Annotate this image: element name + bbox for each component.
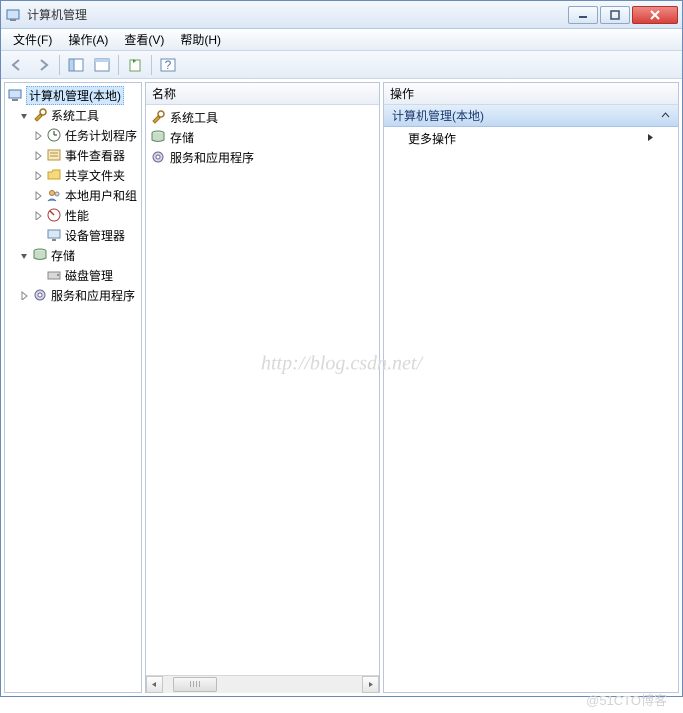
tree-label: 系统工具 <box>51 107 99 124</box>
action-label: 更多操作 <box>408 130 456 147</box>
collapse-arrow-icon <box>661 109 670 123</box>
actions-header: 操作 <box>384 83 678 105</box>
expand-icon[interactable] <box>33 170 44 181</box>
services-icon <box>32 287 48 303</box>
refresh-button[interactable] <box>123 54 147 76</box>
scroll-track[interactable] <box>163 676 362 693</box>
computer-icon <box>7 87 23 103</box>
list-pane: 名称 系统工具 存储 服务和应用程序 <box>145 82 380 693</box>
svg-text:?: ? <box>165 58 172 72</box>
content-area: 计算机管理(本地) 系统工具 任务计划程序 事件查看器 <box>1 79 682 696</box>
minimize-button[interactable] <box>568 6 598 24</box>
scroll-thumb[interactable] <box>173 677 217 692</box>
window-title: 计算机管理 <box>27 6 566 23</box>
clock-icon <box>46 127 62 143</box>
action-more[interactable]: 更多操作 <box>384 127 678 149</box>
tree-label: 共享文件夹 <box>65 167 125 184</box>
toolbar-separator <box>59 55 60 75</box>
submenu-arrow-icon <box>647 131 654 145</box>
tree-services-apps[interactable]: 服务和应用程序 <box>5 285 141 305</box>
expand-icon[interactable] <box>19 290 30 301</box>
tree-task-scheduler[interactable]: 任务计划程序 <box>5 125 141 145</box>
list-item-label: 服务和应用程序 <box>170 149 254 166</box>
tree-label: 事件查看器 <box>65 147 125 164</box>
actions-body: 计算机管理(本地) 更多操作 <box>384 105 678 692</box>
tree-label: 计算机管理(本地) <box>26 86 124 105</box>
storage-icon <box>32 247 48 263</box>
tree-label: 设备管理器 <box>65 227 125 244</box>
horizontal-scrollbar[interactable] <box>146 675 379 692</box>
tree-disk-management[interactable]: 磁盘管理 <box>5 265 141 285</box>
tree: 计算机管理(本地) 系统工具 任务计划程序 事件查看器 <box>5 83 141 692</box>
menu-file[interactable]: 文件(F) <box>5 29 60 50</box>
back-button[interactable] <box>5 54 29 76</box>
tree-local-users[interactable]: 本地用户和组 <box>5 185 141 205</box>
menu-action[interactable]: 操作(A) <box>60 29 116 50</box>
list-item-label: 系统工具 <box>170 109 218 126</box>
tree-event-viewer[interactable]: 事件查看器 <box>5 145 141 165</box>
users-icon <box>46 187 62 203</box>
event-icon <box>46 147 62 163</box>
tree-label: 性能 <box>65 207 89 224</box>
list-header-name[interactable]: 名称 <box>146 83 379 105</box>
expand-icon[interactable] <box>33 210 44 221</box>
expand-icon[interactable] <box>33 150 44 161</box>
scroll-right-button[interactable] <box>362 676 379 693</box>
tools-icon <box>150 109 166 125</box>
tree-pane: 计算机管理(本地) 系统工具 任务计划程序 事件查看器 <box>4 82 142 693</box>
titlebar: 计算机管理 <box>1 1 682 29</box>
device-icon <box>46 227 62 243</box>
tree-label: 磁盘管理 <box>65 267 113 284</box>
tree-storage[interactable]: 存储 <box>5 245 141 265</box>
tree-shared-folders[interactable]: 共享文件夹 <box>5 165 141 185</box>
toolbar-separator <box>118 55 119 75</box>
tree-label: 本地用户和组 <box>65 187 137 204</box>
tree-performance[interactable]: 性能 <box>5 205 141 225</box>
maximize-button[interactable] <box>600 6 630 24</box>
list-item[interactable]: 存储 <box>150 127 375 147</box>
tree-device-manager[interactable]: 设备管理器 <box>5 225 141 245</box>
actions-section-title: 计算机管理(本地) <box>392 107 484 124</box>
window: 计算机管理 文件(F) 操作(A) 查看(V) 帮助(H) ? 计算机管理(本地… <box>0 0 683 697</box>
show-hide-tree-button[interactable] <box>64 54 88 76</box>
actions-pane: 操作 计算机管理(本地) 更多操作 <box>383 82 679 693</box>
list-body: 系统工具 存储 服务和应用程序 <box>146 105 379 675</box>
expand-icon[interactable] <box>33 190 44 201</box>
services-icon <box>150 149 166 165</box>
toolbar: ? <box>1 51 682 79</box>
menubar: 文件(F) 操作(A) 查看(V) 帮助(H) <box>1 29 682 51</box>
tree-label: 任务计划程序 <box>65 127 137 144</box>
collapse-icon[interactable] <box>19 250 30 261</box>
tree-label: 服务和应用程序 <box>51 287 135 304</box>
close-button[interactable] <box>632 6 678 24</box>
menu-help[interactable]: 帮助(H) <box>172 29 229 50</box>
list-item-label: 存储 <box>170 129 194 146</box>
tree-system-tools[interactable]: 系统工具 <box>5 105 141 125</box>
collapse-icon[interactable] <box>19 110 30 121</box>
performance-icon <box>46 207 62 223</box>
actions-section-header[interactable]: 计算机管理(本地) <box>384 105 678 127</box>
forward-button[interactable] <box>31 54 55 76</box>
disk-icon <box>46 267 62 283</box>
list-item[interactable]: 服务和应用程序 <box>150 147 375 167</box>
properties-button[interactable] <box>90 54 114 76</box>
help-button[interactable]: ? <box>156 54 180 76</box>
expand-icon[interactable] <box>33 130 44 141</box>
scroll-left-button[interactable] <box>146 676 163 693</box>
tree-label: 存储 <box>51 247 75 264</box>
list-item[interactable]: 系统工具 <box>150 107 375 127</box>
toolbar-separator <box>151 55 152 75</box>
menu-view[interactable]: 查看(V) <box>116 29 172 50</box>
folder-share-icon <box>46 167 62 183</box>
storage-icon <box>150 129 166 145</box>
app-icon <box>5 7 21 23</box>
tree-root[interactable]: 计算机管理(本地) <box>5 85 141 105</box>
tools-icon <box>32 107 48 123</box>
